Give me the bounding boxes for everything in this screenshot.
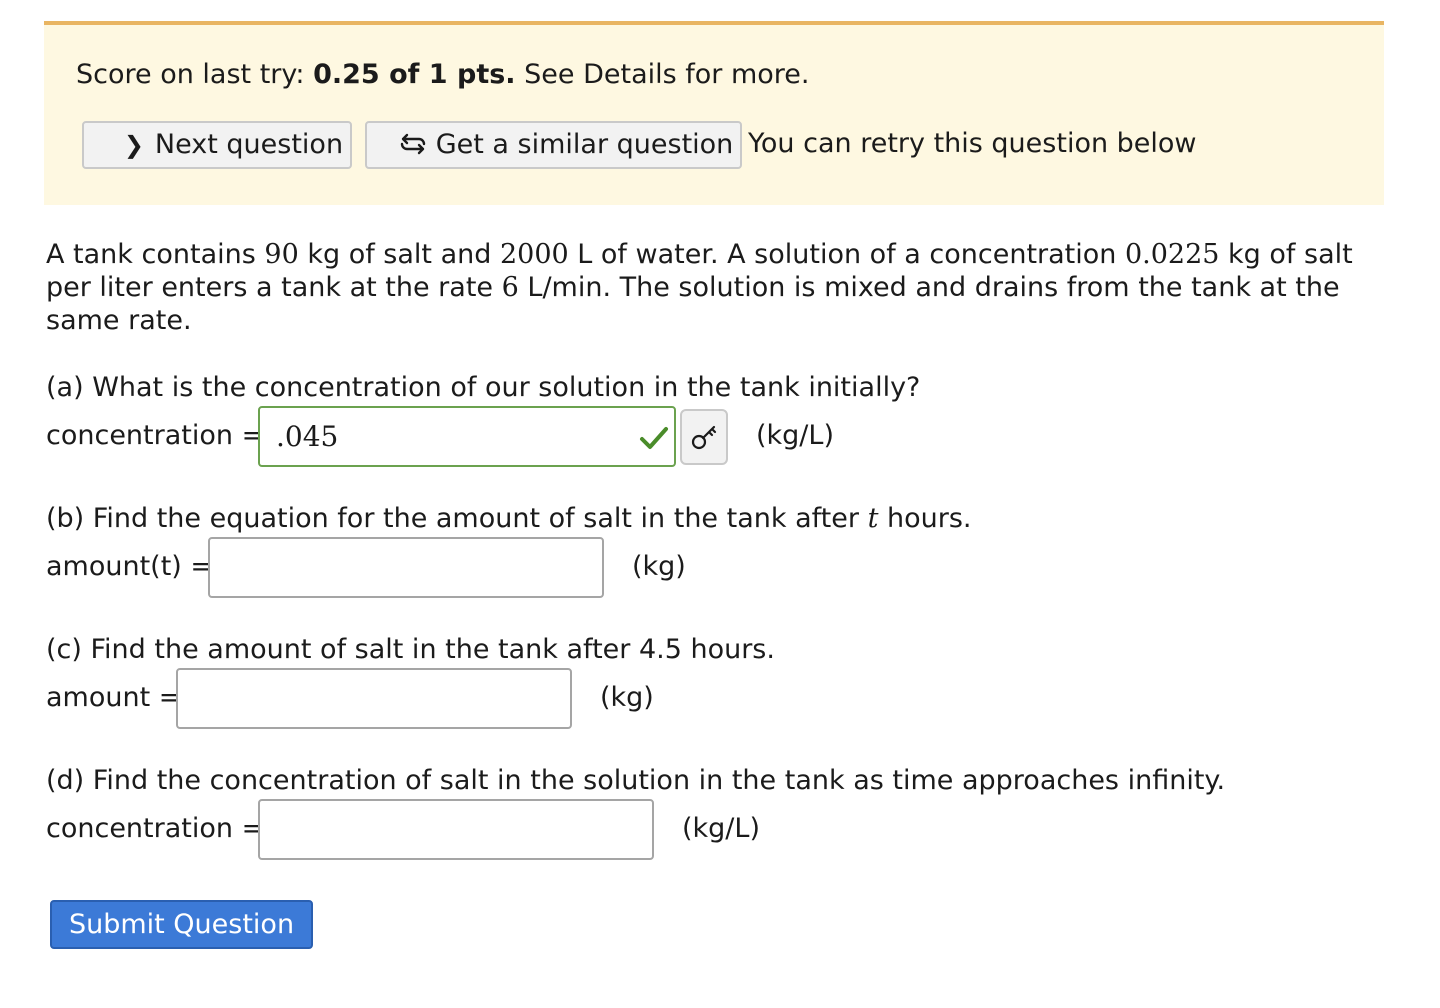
part-b-question-text: hours. xyxy=(878,503,972,534)
part-a-answer-field xyxy=(258,406,676,467)
part-b-variable: t xyxy=(867,503,879,534)
view-key-button[interactable] xyxy=(680,409,728,465)
next-question-button[interactable]: ❯ Next question xyxy=(82,121,352,169)
similar-question-label: Get a similar question xyxy=(435,129,734,160)
part-b-question: (b) Find the equation for the amount of … xyxy=(46,501,972,537)
score-prefix: Score on last try: xyxy=(76,59,314,90)
part-a-label: concentration = xyxy=(46,420,265,451)
part-c-question: (c) Find the amount of salt in the tank … xyxy=(46,634,775,665)
part-b-question-text: (b) Find the equation for the amount of … xyxy=(46,503,868,534)
part-d-answer-field xyxy=(258,799,654,860)
part-d-label: concentration = xyxy=(46,813,265,844)
part-d-unit: (kg/L) xyxy=(682,813,760,844)
flow-rate: 6 xyxy=(501,272,519,303)
problem-text: kg of salt and xyxy=(298,239,500,270)
retry-notice: You can retry this question below xyxy=(748,128,1197,159)
part-c-answer-field xyxy=(176,668,572,729)
part-a-answer-input[interactable] xyxy=(260,408,674,465)
score-line: Score on last try: 0.25 of 1 pts. See De… xyxy=(76,57,810,93)
part-a-question: (a) What is the concentration of our sol… xyxy=(46,372,921,403)
part-d-answer-input[interactable] xyxy=(260,801,652,858)
part-b-answer-field xyxy=(208,537,604,598)
score-banner: Score on last try: 0.25 of 1 pts. See De… xyxy=(44,21,1384,205)
part-c-answer-input[interactable] xyxy=(178,670,570,727)
part-c-label: amount = xyxy=(46,682,182,713)
problem-text: L of water. A solution of a concentratio… xyxy=(568,239,1125,270)
part-d-question: (d) Find the concentration of salt in th… xyxy=(46,765,1226,796)
part-c-unit: (kg) xyxy=(600,682,654,713)
similar-question-button[interactable]: Get a similar question xyxy=(365,121,742,169)
water-volume: 2000 xyxy=(499,239,569,270)
chevron-right-icon: ❯ xyxy=(123,131,144,159)
inflow-concentration: 0.0225 xyxy=(1124,239,1220,270)
problem-statement: A tank contains 90 kg of salt and 2000 L… xyxy=(46,238,1376,337)
salt-amount: 90 xyxy=(264,239,299,270)
part-b-label: amount(t) = xyxy=(46,551,214,582)
score-value: 0.25 of 1 pts. xyxy=(313,59,516,90)
submit-question-button[interactable]: Submit Question xyxy=(50,900,313,949)
score-suffix: See Details for more. xyxy=(515,59,810,90)
refresh-arrows-icon xyxy=(396,123,430,167)
part-b-answer-input[interactable] xyxy=(210,539,602,596)
problem-text: A tank contains xyxy=(46,239,265,270)
part-a-unit: (kg/L) xyxy=(756,420,834,451)
part-b-unit: (kg) xyxy=(632,551,686,582)
next-question-label: Next question xyxy=(154,129,344,160)
check-icon xyxy=(638,424,670,456)
